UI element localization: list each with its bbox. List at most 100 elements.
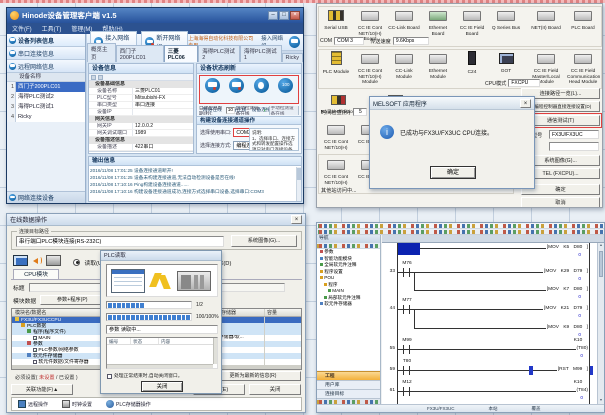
device-row[interactable]: 3 海得PLC测试1 — [7, 102, 85, 112]
timer-coil[interactable]: (T84) — [576, 387, 590, 395]
prop-row[interactable]: 网关IP12.0.0.2 — [89, 123, 193, 130]
device-connect-indicator[interactable]: 设备连接 — [249, 76, 274, 103]
menu-tools[interactable]: 工具(T) — [37, 24, 67, 33]
prop-row[interactable]: 网关调试端口1989 — [89, 130, 193, 137]
instruction[interactable]: [MOV K29 D79 ] — [543, 268, 589, 276]
time-check-field[interactable]: 5 — [353, 108, 367, 116]
related-functions-button[interactable]: 关联功能(F)▲ — [11, 384, 73, 395]
timer-coil[interactable]: (T80) — [576, 345, 590, 353]
prop-row[interactable]: 串口类型串口连接 — [89, 102, 193, 109]
diff-route-ccie-cont[interactable]: CC IE Cont NET/10(H) — [320, 157, 352, 186]
prop-row[interactable]: 设备名称三菱PLC01 — [89, 88, 193, 95]
contact-bar[interactable] — [403, 268, 404, 277]
sidebar-item-device-list[interactable]: 设备列表信息 — [7, 34, 85, 47]
instruction[interactable]: [MOV K7 D80 ] — [546, 286, 589, 294]
plc-if-plc-module[interactable]: PLC Module — [320, 51, 352, 76]
row-checkbox[interactable]: ✓ — [33, 336, 37, 340]
plc-if-cclink-module[interactable]: CC-Link Module — [388, 51, 420, 80]
remote-operation-item[interactable]: 远程操作 — [18, 400, 48, 408]
net-online-indicator[interactable]: 网络在线 — [200, 76, 225, 103]
tab-overview[interactable]: 概览主页 — [87, 43, 116, 62]
prop-row[interactable]: PLC型号Mitsubishi-FX — [89, 95, 193, 102]
nav-button-userlib[interactable]: 用户库 — [317, 380, 380, 389]
online-close-button[interactable]: × — [291, 215, 302, 224]
plc-memory-item[interactable]: PLC存储器操作 — [106, 400, 151, 408]
tab-device-4[interactable]: 海得PLC测试1 — [240, 45, 282, 62]
read-result-list[interactable]: 编号 状态 内容 — [106, 337, 218, 369]
speaker-icon[interactable] — [31, 255, 43, 266]
hinode-titlebar[interactable]: Hinode设备管理客户端 v1.5 – □ × — [7, 8, 303, 23]
tab-device-1[interactable]: 西门子200PLC01 — [116, 45, 164, 62]
sort-cat-icon[interactable] — [98, 75, 103, 80]
instruction[interactable]: [MOV K5 D80 ] — [546, 244, 589, 252]
scroll-thumb[interactable] — [599, 251, 603, 277]
minimize-button[interactable]: – — [268, 11, 278, 20]
plc-if-ccie-field-head[interactable]: CC IE Field Communication Head Module — [567, 51, 599, 86]
row-checkbox[interactable] — [33, 360, 37, 364]
cpu-module-tab[interactable]: CPU模块 — [13, 269, 59, 279]
nav-button-project[interactable]: 工程 — [317, 371, 380, 380]
contact-bar[interactable] — [403, 305, 404, 314]
contact-bar[interactable] — [409, 387, 410, 396]
tab-device-3[interactable]: 海得PLC测试2 — [198, 45, 240, 62]
speed-field[interactable]: 9.6Kbps — [393, 37, 429, 45]
online-titlebar[interactable]: 在线数据操作 × — [7, 214, 305, 226]
list-hscrollbar[interactable] — [107, 364, 213, 368]
log-lines[interactable]: 2016/11/08 17:01:25 设备连接通道断开! 2016/11/08… — [90, 167, 295, 200]
col-header[interactable]: 容量 — [264, 309, 301, 316]
editor-vscrollbar[interactable]: ▲ ▼ — [597, 243, 604, 404]
contact-bar[interactable] — [403, 387, 404, 396]
nav-button-connect[interactable]: 连接目标 — [317, 389, 380, 398]
ladder-canvas[interactable]: [MOV K5 D80 ] 0 33 M76 [MOV K29 D79 ] 0 … — [382, 243, 597, 404]
plc-if-c24[interactable]: C24 — [456, 51, 488, 76]
session-user-icon[interactable] — [289, 36, 300, 48]
prop-row[interactable]: 设备描述422串口 — [89, 144, 193, 151]
tree-item[interactable]: 软元件存储器 — [317, 301, 380, 308]
plc-if-ethernet-module[interactable]: Ethernet Module — [422, 51, 454, 80]
cancel-button[interactable]: 取消 — [521, 197, 600, 208]
prop-group[interactable]: 网关信息 — [89, 116, 193, 123]
pc-if-plc-board[interactable]: PLC Board — [567, 8, 599, 32]
pc-if-serial-usb[interactable]: Serial USB — [320, 8, 352, 32]
menu-file[interactable]: 文件(F) — [7, 24, 37, 33]
device-row[interactable]: 1 西门子200PLC01 — [7, 82, 85, 92]
read-close-button[interactable]: 关闭 — [141, 381, 183, 392]
close-button[interactable]: × — [290, 11, 300, 20]
contact-bar[interactable] — [409, 305, 410, 314]
pc-if-ccie-field-board[interactable]: CC IE Field Board — [456, 8, 488, 37]
instruction[interactable]: [MOV K9 D80 ] — [546, 324, 589, 332]
list-vscrollbar[interactable] — [213, 338, 217, 364]
tab-device-2-active[interactable]: 三菱PLC06 — [164, 45, 198, 62]
pc-if-net2-board[interactable]: NET(II) Board — [530, 8, 562, 32]
cpu-mode-field[interactable]: FXCPU — [508, 79, 540, 87]
manual-check-button[interactable]: 手动检测设备在线 — [269, 106, 299, 115]
nav-tree[interactable]: 参数 智能功能模块 全局软元件注释 程序设置 POU 程序 MAIN 局部软元件… — [317, 249, 380, 370]
com-field[interactable]: COM 3 — [334, 37, 364, 45]
scroll-up-icon[interactable]: ▲ — [598, 243, 604, 249]
maximize-button[interactable]: □ — [279, 11, 289, 20]
sidebar-item-remote-net[interactable]: 远程网络信息 — [7, 60, 85, 73]
contact-bar[interactable] — [409, 366, 410, 375]
close-window-button[interactable]: 关闭 — [249, 384, 301, 395]
pc-if-ethernet-board[interactable]: Ethernet Board — [422, 8, 454, 37]
plc-read-titlebar[interactable]: PLC读取 — [101, 251, 221, 261]
cycle-input[interactable]: 10 — [226, 107, 234, 114]
popup-close-button[interactable]: × — [520, 99, 531, 108]
device-row[interactable]: 4 Ricky — [7, 112, 85, 122]
net-route-ccie-cont[interactable]: CC IE Cont NET/10(H) — [320, 122, 352, 151]
monitor-icon[interactable] — [13, 255, 28, 266]
selected-cell[interactable] — [398, 243, 420, 255]
plc-if-ccie-cont-module[interactable]: CC IE Cont NET/10(H) Module — [354, 51, 386, 86]
pc-if-cclink-board[interactable]: CC-Link Board — [388, 8, 420, 32]
clock-setting-item[interactable]: 时钟设置 — [62, 400, 92, 408]
instruction[interactable]: [RST M99 ] — [557, 366, 589, 374]
instruction[interactable]: [MOV K21 D79 ] — [543, 305, 589, 313]
system-image-button[interactable]: 系统图像(G)... — [231, 235, 297, 247]
plc-if-got[interactable]: GOT — [490, 51, 522, 75]
prop-row[interactable]: 设备IP — [89, 109, 193, 116]
popup-ok-button[interactable]: 确定 — [430, 166, 476, 179]
prop-group[interactable]: 设备描述信息 — [89, 137, 193, 144]
auto-close-row[interactable]: 处理正常结束时,自动关闭窗口。 — [107, 372, 183, 379]
contact-bar[interactable] — [403, 366, 404, 375]
contact-bar[interactable] — [409, 268, 410, 277]
